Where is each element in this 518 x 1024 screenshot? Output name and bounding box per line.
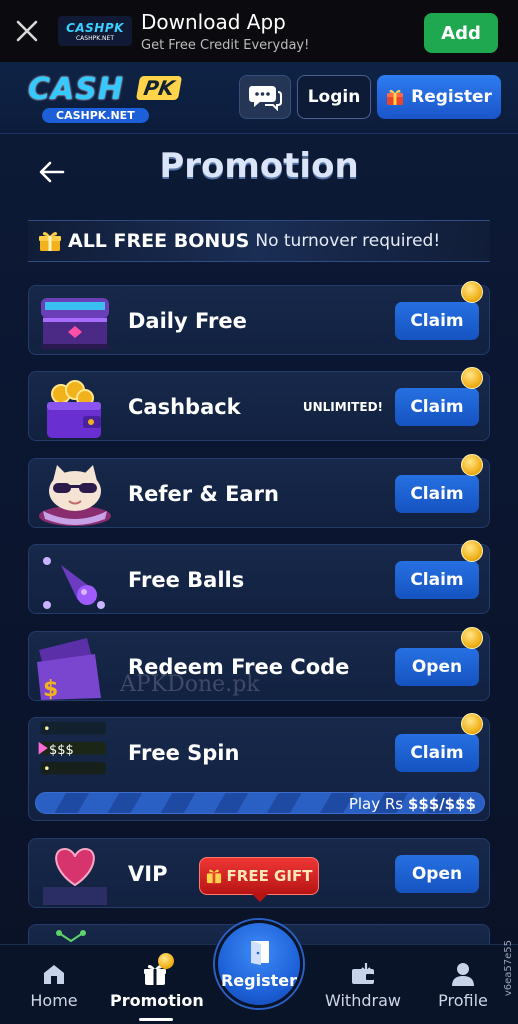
wallet-coins-icon — [47, 380, 101, 438]
sparkle-icon — [56, 930, 86, 943]
promo-card-daily-free[interactable]: Daily Free Claim — [28, 281, 490, 355]
nav-withdraw-label: Withdraw — [325, 991, 401, 1010]
brand-cash-text: CASH — [28, 72, 124, 107]
free-gift-badge[interactable]: FREE GIFT — [199, 857, 319, 902]
brand-logo[interactable]: CASH PK CASHPK.NET — [28, 72, 188, 124]
progress-value: $$$/$$$ — [407, 795, 476, 813]
claim-button[interactable]: Claim — [395, 734, 479, 772]
claim-button[interactable]: Claim — [395, 561, 479, 599]
nav-promotion-label: Promotion — [110, 991, 204, 1010]
open-button[interactable]: Open — [395, 855, 479, 893]
progress-prefix: Play Rs — [348, 795, 404, 813]
promo-label: Daily Free — [128, 309, 247, 333]
open-button[interactable]: Open — [395, 648, 479, 686]
side-id-text: v6ea57e55 — [503, 940, 514, 997]
spin-progress-bar: Play Rs $$$/$$$ — [35, 792, 485, 814]
promo-label: Free Balls — [128, 568, 245, 592]
withdraw-icon — [352, 963, 374, 984]
promo-label: Cashback — [128, 395, 241, 419]
register-label: Register — [411, 87, 492, 107]
gift-icon — [387, 89, 404, 105]
promo-label: VIP — [128, 862, 168, 886]
watermark: APKDone.pk — [120, 672, 260, 697]
promo-label: Free Spin — [128, 741, 240, 765]
coin-icon — [461, 627, 483, 649]
chat-button[interactable] — [239, 75, 291, 119]
register-button[interactable]: Register — [377, 75, 501, 119]
promo-card-free-balls[interactable]: Free Balls Claim — [28, 540, 490, 614]
claim-button[interactable]: Claim — [395, 388, 479, 426]
promo-card-refer-earn[interactable]: Refer & Earn Claim — [28, 454, 490, 528]
page-title: Promotion — [159, 146, 359, 186]
nav-home-label: Home — [30, 991, 78, 1010]
claim-button[interactable]: Claim — [395, 302, 479, 340]
app-logo-text: CASHPK — [66, 20, 124, 35]
nav-home[interactable]: Home — [9, 945, 99, 1024]
spin-ticket-icon — [38, 721, 106, 775]
coin-icon — [461, 454, 483, 476]
close-icon[interactable] — [14, 18, 40, 44]
treasure-chest-icon — [41, 298, 109, 349]
door-icon — [251, 941, 269, 965]
coin-icon — [461, 367, 483, 389]
coin-icon — [461, 540, 483, 562]
brand-domain-text: CASHPK.NET — [42, 108, 149, 123]
nav-register-label: Register — [220, 971, 298, 990]
app-logo-domain: CASHPK.NET — [75, 34, 115, 42]
progress-text: Play Rs $$$/$$$ — [349, 793, 476, 815]
add-app-button[interactable]: Add — [424, 13, 498, 53]
gift-icon — [39, 232, 61, 251]
promo-card-cashback[interactable]: Cashback UNLIMITED! Claim — [28, 367, 490, 441]
svg-text:$: $ — [43, 677, 58, 700]
download-title: Download App — [141, 10, 286, 34]
download-app-banner: CASHPK CASHPK.NET Download App Get Free … — [0, 0, 518, 62]
coin-icon — [461, 713, 483, 735]
nav-profile-label: Profile — [438, 991, 488, 1010]
spin-ticket-text: $$$ — [49, 743, 74, 758]
download-subtitle: Get Free Credit Everyday! — [141, 38, 310, 53]
nav-promotion[interactable]: Promotion — [110, 945, 204, 1024]
free-gift-label: FREE GIFT — [226, 867, 313, 885]
nav-withdraw[interactable]: Withdraw — [318, 945, 408, 1024]
home-icon — [44, 965, 64, 984]
login-button[interactable]: Login — [297, 75, 371, 119]
coin-icon — [158, 953, 174, 969]
cat-mascot-icon — [39, 465, 111, 526]
user-icon — [452, 963, 474, 986]
heart-trophy-icon — [43, 847, 107, 905]
comet-ball-icon — [43, 557, 105, 609]
bonus-heading: ALL FREE BONUS — [68, 230, 250, 252]
free-bonus-banner: ALL FREE BONUS No turnover required! — [28, 220, 490, 262]
promo-label: Refer & Earn — [128, 482, 279, 506]
claim-button[interactable]: Claim — [395, 475, 479, 513]
chat-icon — [249, 86, 282, 111]
promo-card-free-spin[interactable]: $$$ Free Spin Claim Play Rs $$$/$$$ — [28, 713, 490, 821]
app-logo: CASHPK CASHPK.NET — [58, 16, 132, 46]
active-tab-indicator — [139, 1018, 173, 1021]
bonus-note: No turnover required! — [255, 231, 441, 251]
nav-register-button[interactable]: Register — [215, 920, 303, 1008]
gift-icon — [206, 869, 221, 884]
coin-icon — [461, 281, 483, 303]
unlimited-tag: UNLIMITED! — [302, 400, 383, 414]
coupon-ticket-icon: $ — [37, 638, 101, 700]
site-header: CASH PK CASHPK.NET Login Register — [0, 62, 518, 134]
brand-pk-text: PK — [135, 76, 183, 100]
nav-profile[interactable]: Profile — [418, 945, 508, 1024]
